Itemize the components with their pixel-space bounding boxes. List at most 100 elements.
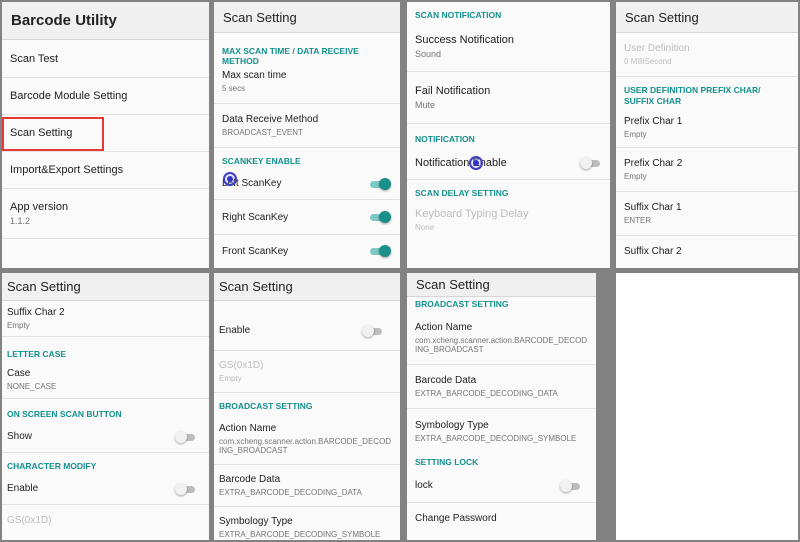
pref-title: Data Receive Method [222, 114, 319, 125]
pref-right-scankey[interactable]: Right ScanKey [214, 200, 400, 235]
character-modify-enable-switch[interactable] [175, 482, 195, 495]
page-title: Scan Setting [416, 277, 490, 292]
section-header: USER DEFINITION PREFIX CHAR/ SUFFIX CHAR [624, 85, 761, 106]
page-title: Scan Setting [223, 9, 297, 25]
pref-suffix-char-1[interactable]: Suffix Char 1 ENTER [616, 192, 798, 236]
pref-notification-enable[interactable]: Notification Enable [407, 146, 610, 180]
pref-title: Max scan time [222, 70, 287, 81]
pref-title: Prefix Char 2 [624, 158, 683, 169]
pref-suffix-char-2[interactable]: Suffix Char 2 Empty [2, 301, 209, 337]
pref-summary: Sound [415, 49, 442, 59]
panel-scan-setting-6: Scan Setting BROADCAST SETTING Action Na… [407, 273, 596, 540]
selection-highlight [2, 117, 104, 151]
section-header: ON SCREEN SCAN BUTTON [7, 409, 122, 419]
panel-scan-setting-2: SCAN NOTIFICATION Success Notification S… [407, 2, 610, 268]
pref-keyboard-typing-delay[interactable]: Keyboard Typing Delay None [407, 200, 610, 240]
app-version-value: 1.1.2 [10, 216, 31, 226]
pref-title: GS(0x1D) [219, 360, 264, 371]
page-title-bar: Scan Setting [2, 273, 209, 301]
pref-title: Case [7, 368, 31, 379]
section-header: BROADCAST SETTING [219, 401, 313, 411]
pref-show[interactable]: Show [2, 421, 209, 453]
pref-title: Symbology Type [219, 515, 293, 527]
menu-item-barcode-module-setting[interactable]: Barcode Module Setting [2, 78, 209, 115]
pref-left-scankey[interactable]: Left ScanKey [214, 168, 400, 200]
pref-title: Notification Enable [415, 156, 507, 169]
pref-barcode-data[interactable]: Barcode Data EXTRA_BARCODE_DECODING_DATA [214, 465, 400, 507]
front-scankey-switch[interactable] [370, 245, 391, 257]
pref-max-scan-time[interactable]: Max scan time 5 secs [214, 60, 400, 104]
pref-summary: None [415, 223, 435, 232]
pref-user-definition[interactable]: User Definition 0 MilliSecond [616, 33, 798, 77]
pref-summary: Empty [7, 321, 30, 330]
pref-gs[interactable]: GS(0x1D) Empty [214, 351, 400, 393]
pref-title: Front ScanKey [222, 245, 289, 257]
pref-front-scankey[interactable]: Front ScanKey [214, 235, 400, 267]
pref-summary: 5 secs [222, 84, 246, 93]
pref-summary: 0 MilliSecond [624, 57, 672, 66]
pref-title: Change Password [415, 512, 497, 524]
pref-action-name[interactable]: Action Name com.xcheng.scanner.action.BA… [214, 413, 400, 465]
pref-lock[interactable]: lock [407, 469, 596, 503]
pref-summary: EXTRA_BARCODE_DECODING_SYMBOLE [219, 529, 381, 539]
right-scankey-switch[interactable] [370, 211, 391, 223]
lock-switch[interactable] [560, 479, 580, 492]
pref-change-password[interactable]: Change Password [407, 503, 596, 533]
pref-summary: Empty [624, 129, 647, 139]
pref-fail-notification[interactable]: Fail Notification Mute [407, 72, 610, 124]
page-title-bar: Scan Setting [214, 273, 400, 301]
panel-scan-setting-3: Scan Setting User Definition 0 MilliSeco… [616, 2, 798, 268]
pref-prefix-char-2[interactable]: Prefix Char 2 Empty [616, 148, 798, 192]
pref-title: Prefix Char 1 [624, 115, 683, 127]
touch-indicator-icon [223, 172, 237, 186]
page-title-bar: Scan Setting [214, 2, 400, 33]
pref-symbology-type[interactable]: Symbology Type EXTRA_BARCODE_DECODING_SY… [407, 409, 596, 453]
section-header: SCAN NOTIFICATION [415, 10, 502, 20]
pref-title: Left ScanKey [222, 178, 282, 189]
pref-title: Show [7, 431, 33, 442]
show-button-switch[interactable] [175, 430, 195, 443]
app-title-bar: Barcode Utility [2, 2, 209, 40]
pref-barcode-data[interactable]: Barcode Data EXTRA_BARCODE_DECODING_DATA [407, 365, 596, 409]
pref-summary: EXTRA_BARCODE_DECODING_SYMBOLE [415, 433, 577, 443]
menu-item-app-version[interactable]: App version 1.1.2 [2, 189, 209, 239]
section-header: SCAN DELAY SETTING [415, 188, 509, 198]
pref-summary: com.xcheng.scanner.action.BARCODE_DECODI… [415, 335, 588, 354]
pref-symbology-type[interactable]: Symbology Type EXTRA_BARCODE_DECODING_SY… [214, 507, 400, 540]
menu-item-label: Scan Test [10, 52, 59, 65]
section-header: LETTER CASE [7, 349, 67, 359]
pref-action-name[interactable]: Action Name com.xcheng.scanner.action.BA… [407, 311, 596, 365]
pref-title: Success Notification [415, 34, 515, 46]
pref-case[interactable]: Case NONE_CASE [2, 361, 209, 399]
section-header: MAX SCAN TIME / DATA RECEIVE METHOD [222, 46, 359, 66]
menu-item-scan-test[interactable]: Scan Test [2, 40, 209, 78]
pref-summary: Empty [624, 172, 647, 181]
menu-item-label: Barcode Module Setting [10, 90, 128, 102]
touch-indicator-icon [469, 156, 483, 170]
page-title: Scan Setting [7, 279, 81, 294]
pref-enable[interactable]: Enable [214, 311, 400, 351]
menu-item-label: App version [10, 201, 69, 213]
page-title-bar: Scan Setting [407, 273, 596, 297]
panel-scan-setting-5: Scan Setting Enable GS(0x1D) Empty BROAD… [214, 273, 400, 540]
pref-data-receive-method[interactable]: Data Receive Method BROADCAST_EVENT [214, 104, 400, 148]
section-header: SCANKEY ENABLE [222, 156, 301, 166]
pref-summary: Empty [219, 374, 242, 383]
pref-summary: Mute [415, 100, 436, 110]
section-header: BROADCAST SETTING [415, 299, 509, 309]
pref-suffix-char-2[interactable]: Suffix Char 2 [616, 236, 798, 266]
pref-title: User Definition [624, 43, 690, 54]
left-scankey-switch[interactable] [370, 177, 391, 190]
notification-enable-switch[interactable] [580, 156, 600, 169]
pref-gs[interactable]: GS(0x1D) [2, 505, 209, 535]
section-header: CHARACTER MODIFY [7, 461, 97, 471]
pref-summary: com.xcheng.scanner.action.BARCODE_DECODI… [219, 436, 392, 455]
pref-title: Keyboard Typing Delay [415, 208, 529, 220]
pref-success-notification[interactable]: Success Notification Sound [407, 22, 610, 72]
menu-item-import-export-settings[interactable]: Import&Export Settings [2, 152, 209, 189]
pref-prefix-char-1[interactable]: Prefix Char 1 Empty [616, 107, 798, 148]
enable-switch[interactable] [362, 324, 382, 337]
pref-character-modify-enable[interactable]: Enable [2, 473, 209, 505]
pref-title: Symbology Type [415, 419, 489, 431]
panel-scan-setting-4: Scan Setting Suffix Char 2 Empty LETTER … [2, 273, 209, 540]
